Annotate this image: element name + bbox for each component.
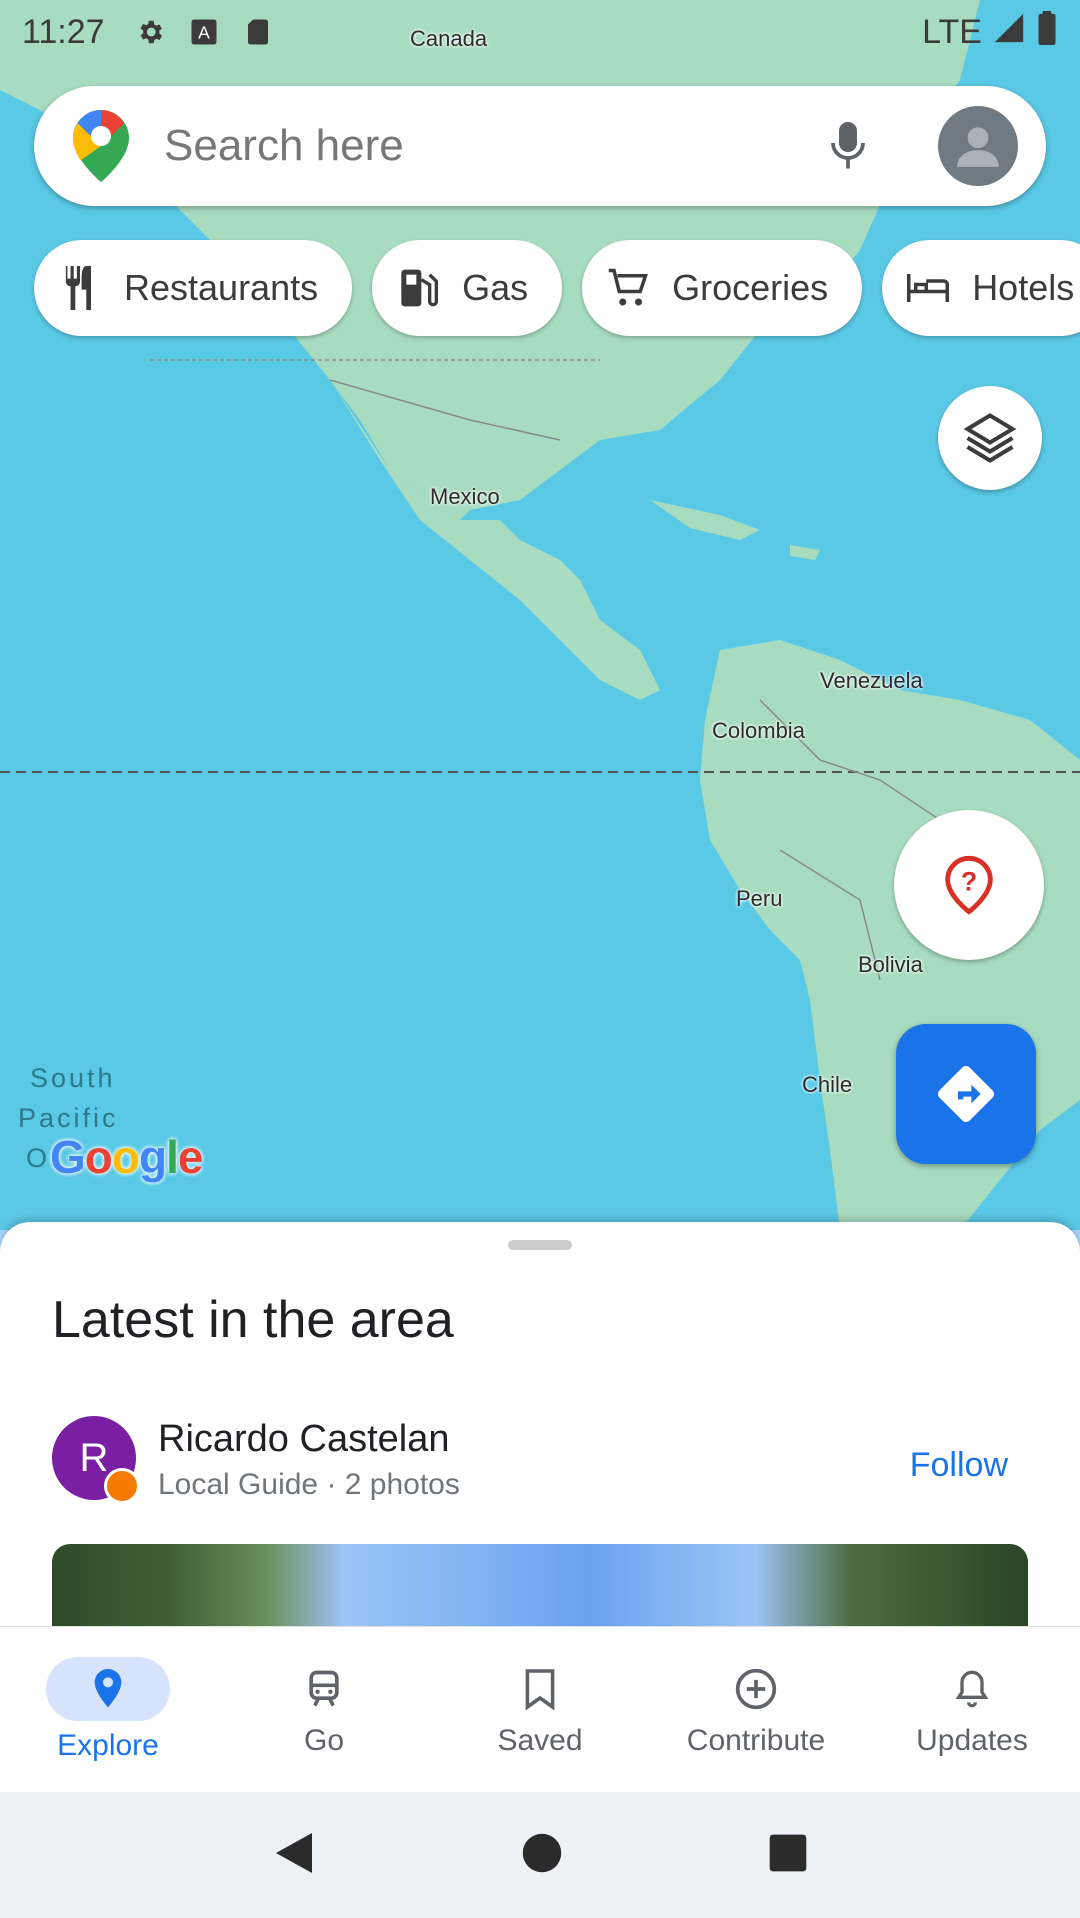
bookmark-icon xyxy=(490,1662,590,1716)
sheet-title: Latest in the area xyxy=(52,1291,454,1349)
svg-text:?: ? xyxy=(961,866,977,896)
nav-saved[interactable]: Saved xyxy=(432,1627,648,1793)
nav-explore[interactable]: Explore xyxy=(0,1627,216,1793)
chip-hotels[interactable]: Hotels xyxy=(882,240,1080,336)
nav-label: Explore xyxy=(57,1729,159,1762)
account-avatar[interactable] xyxy=(938,106,1018,186)
map-label-bolivia: Bolivia xyxy=(858,952,923,977)
author-name[interactable]: Ricardo Castelan xyxy=(158,1418,449,1461)
author-avatar[interactable]: R xyxy=(52,1416,140,1504)
back-icon[interactable] xyxy=(272,1829,316,1882)
map-label-peru: Peru xyxy=(736,886,783,911)
layers-button[interactable] xyxy=(938,386,1042,490)
nav-label: Updates xyxy=(916,1724,1028,1757)
chip-label: Hotels xyxy=(972,267,1075,308)
chip-label: Gas xyxy=(462,267,529,308)
person-icon xyxy=(957,127,999,167)
nav-label: Go xyxy=(303,1724,345,1757)
map-label-venezuela: Venezuela xyxy=(820,668,923,693)
nav-go[interactable]: Go xyxy=(216,1627,432,1793)
contribute-fab[interactable]: ? xyxy=(894,810,1044,960)
status-bar: 11:27 A LTE xyxy=(0,0,1080,64)
sheet-drag-handle[interactable] xyxy=(508,1240,572,1250)
search-input[interactable]: Search here xyxy=(164,121,818,171)
gas-pump-icon xyxy=(396,266,440,310)
explore-pin-icon xyxy=(46,1657,170,1721)
nav-updates[interactable]: Updates xyxy=(864,1627,1080,1793)
add-circle-icon xyxy=(706,1662,806,1716)
google-logo: Google xyxy=(50,1131,203,1183)
settings-icon xyxy=(135,17,165,47)
cart-icon xyxy=(606,266,650,310)
recents-icon[interactable] xyxy=(768,1833,808,1878)
chip-gas[interactable]: Gas xyxy=(372,240,563,336)
chip-label: Restaurants xyxy=(124,267,319,308)
follow-button[interactable]: Follow xyxy=(886,1436,1032,1495)
keyboard-a-icon: A xyxy=(189,17,219,47)
chip-groceries[interactable]: Groceries xyxy=(582,240,863,336)
chip-restaurants[interactable]: Restaurants xyxy=(34,240,353,336)
layers-icon xyxy=(963,413,1017,463)
local-guide-badge-icon xyxy=(104,1468,140,1504)
map-label-colombia: Colombia xyxy=(712,718,805,743)
maps-logo-icon[interactable] xyxy=(64,109,138,183)
bottom-nav: Explore Go Saved Contribute Updates xyxy=(0,1626,1080,1793)
question-pin-icon: ? xyxy=(945,855,993,915)
status-time: 11:27 xyxy=(22,12,105,51)
bell-icon xyxy=(922,1662,1022,1716)
author-subtitle: Local Guide · 2 photos xyxy=(158,1468,460,1501)
search-bar[interactable]: Search here xyxy=(34,86,1046,206)
chip-label: Groceries xyxy=(672,267,829,308)
commute-icon xyxy=(274,1662,374,1716)
nav-label: Saved xyxy=(497,1724,583,1757)
bed-icon xyxy=(906,266,950,310)
signal-icon xyxy=(992,11,1026,54)
bottom-sheet[interactable]: Latest in the area R Ricardo Castelan Lo… xyxy=(0,1222,1080,1626)
post-photo[interactable] xyxy=(52,1544,1028,1626)
directions-icon xyxy=(938,1066,994,1122)
battery-icon xyxy=(1036,10,1058,54)
nav-label: Contribute xyxy=(686,1724,826,1757)
category-chips: Restaurants Gas Groceries Hotels xyxy=(34,240,1080,336)
svg-text:A: A xyxy=(198,22,210,42)
fork-knife-icon xyxy=(58,266,102,310)
map-label-mexico: Mexico xyxy=(430,484,500,509)
directions-button[interactable] xyxy=(896,1024,1036,1164)
post-header: R Ricardo Castelan Local Guide · 2 photo… xyxy=(52,1416,1032,1508)
system-nav-bar xyxy=(0,1792,1080,1918)
network-type: LTE xyxy=(922,12,982,51)
mic-icon[interactable] xyxy=(818,116,878,176)
sd-card-icon xyxy=(243,17,273,47)
home-icon[interactable] xyxy=(521,1832,563,1879)
nav-contribute[interactable]: Contribute xyxy=(648,1627,864,1793)
map-label-chile: Chile xyxy=(802,1072,853,1097)
